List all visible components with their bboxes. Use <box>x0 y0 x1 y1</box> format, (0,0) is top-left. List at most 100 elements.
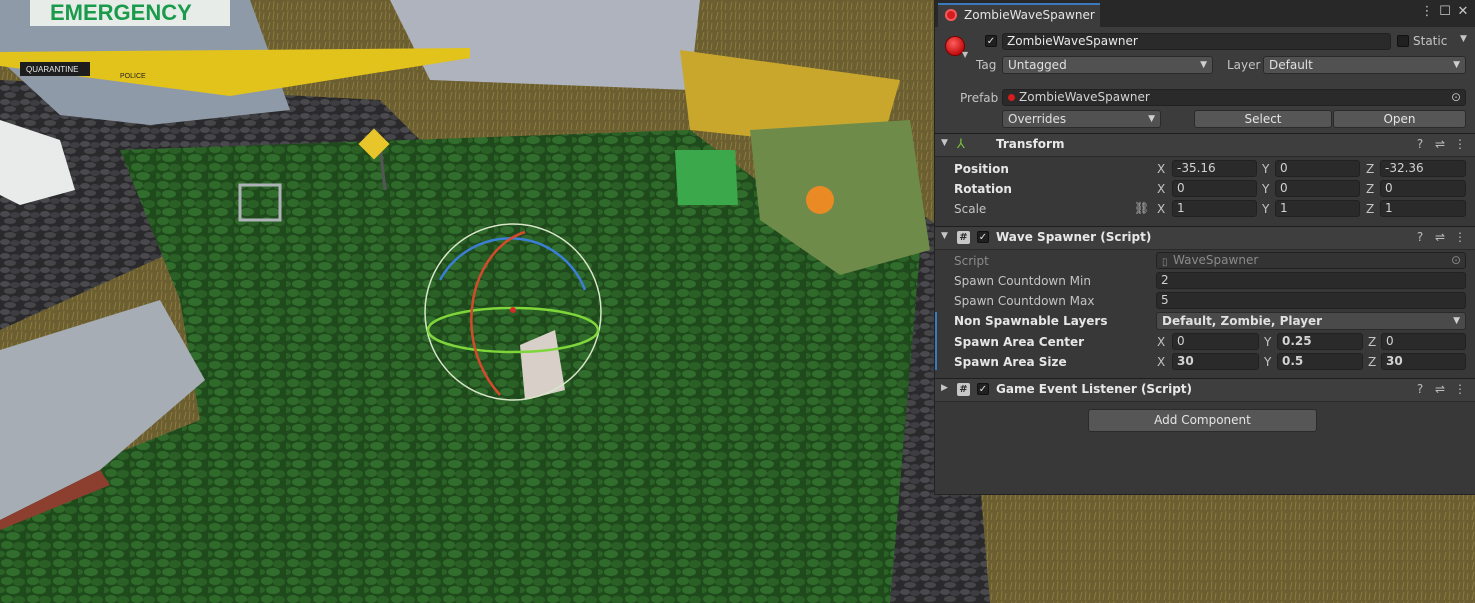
game-event-listener-title: Game Event Listener (Script) <box>996 382 1193 396</box>
tab-zombiewavespawner[interactable]: ZombieWaveSpawner <box>938 3 1100 27</box>
position-y-field[interactable]: 0 <box>1275 160 1360 177</box>
preset-icon[interactable]: ⇌ <box>1430 230 1450 244</box>
tag-value: Untagged <box>1008 58 1067 72</box>
open-button[interactable]: Open <box>1333 110 1466 128</box>
area-size-z-field[interactable]: 30 <box>1381 353 1466 370</box>
transform-header[interactable]: ▼ ⅄ Transform ? ⇌ ⋮ <box>935 133 1475 157</box>
rotation-z-field[interactable]: 0 <box>1380 180 1466 197</box>
axis-x-label[interactable]: X <box>1157 162 1165 176</box>
axis-z-label[interactable]: Z <box>1366 182 1374 196</box>
tag-dropdown[interactable]: Untagged ▼ <box>1002 56 1213 74</box>
maximize-icon[interactable]: ☐ <box>1437 4 1453 19</box>
rotation-y-field[interactable]: 0 <box>1275 180 1360 197</box>
green-dumpster <box>675 150 738 205</box>
chevron-down-icon: ▼ <box>1200 60 1207 70</box>
inspector-panel: ZombieWaveSpawner ⋮ ☐ ✕ ▼ ✓ ZombieWaveSp… <box>934 0 1475 495</box>
area-size-x-field[interactable]: 30 <box>1172 353 1259 370</box>
object-picker-icon[interactable]: ⊙ <box>1451 90 1461 105</box>
fire-effect <box>806 186 834 214</box>
foldout-arrow-icon[interactable]: ▼ <box>941 138 948 148</box>
help-icon[interactable]: ? <box>1410 137 1430 151</box>
axis-z-label[interactable]: Z <box>1368 335 1376 349</box>
area-center-label: Spawn Area Center <box>954 335 1085 349</box>
axis-z-label[interactable]: Z <box>1368 355 1376 369</box>
script-icon: # <box>957 231 970 244</box>
script-icon: # <box>957 383 970 396</box>
countdown-min-label: Spawn Countdown Min <box>954 274 1091 288</box>
scale-label: Scale <box>954 202 987 216</box>
transform-title: Transform <box>996 137 1065 151</box>
tag-label: Tag <box>976 58 997 72</box>
area-center-z-field[interactable]: 0 <box>1381 333 1466 350</box>
prefab-small-icon <box>1008 94 1015 101</box>
axis-x-label[interactable]: X <box>1157 202 1165 216</box>
object-picker-icon[interactable]: ⊙ <box>1451 253 1461 268</box>
scale-z-field[interactable]: 1 <box>1380 200 1466 217</box>
scale-x-field[interactable]: 1 <box>1172 200 1257 217</box>
foldout-arrow-icon[interactable]: ▼ <box>941 231 948 241</box>
static-label: Static <box>1413 34 1448 48</box>
axis-y-label[interactable]: Y <box>1262 162 1269 176</box>
game-event-listener-header[interactable]: ▶ # ✓ Game Event Listener (Script) ? ⇌ ⋮ <box>935 378 1475 402</box>
icon-dropdown-icon[interactable]: ▼ <box>962 50 968 59</box>
overrides-dropdown[interactable]: Overrides ▼ <box>1002 110 1161 128</box>
component-menu-icon[interactable]: ⋮ <box>1450 230 1470 244</box>
area-center-y-field[interactable]: 0.25 <box>1277 333 1363 350</box>
axis-x-label[interactable]: X <box>1157 355 1165 369</box>
position-z-field[interactable]: -32.36 <box>1380 160 1466 177</box>
help-icon[interactable]: ? <box>1410 230 1430 244</box>
add-component-button[interactable]: Add Component <box>1088 409 1317 432</box>
countdown-max-field[interactable]: 5 <box>1156 292 1466 309</box>
active-checkbox[interactable]: ✓ <box>985 35 997 47</box>
layer-dropdown[interactable]: Default ▼ <box>1263 56 1466 74</box>
countdown-min-field[interactable]: 2 <box>1156 272 1466 289</box>
object-name-field[interactable]: ZombieWaveSpawner <box>1002 33 1391 50</box>
area-center-x-field[interactable]: 0 <box>1172 333 1259 350</box>
prefab-value: ZombieWaveSpawner <box>1019 90 1150 104</box>
tab-title: ZombieWaveSpawner <box>964 8 1095 22</box>
cs-script-icon: ▯ <box>1162 257 1168 268</box>
scale-y-field[interactable]: 1 <box>1275 200 1360 217</box>
wave-spawner-enabled-checkbox[interactable]: ✓ <box>977 231 989 243</box>
position-x-field[interactable]: -35.16 <box>1172 160 1257 177</box>
preset-icon[interactable]: ⇌ <box>1430 137 1450 151</box>
axis-y-label[interactable]: Y <box>1264 355 1271 369</box>
non-spawnable-dropdown[interactable]: Default, Zombie, Player ▼ <box>1156 312 1466 330</box>
axis-x-label[interactable]: X <box>1157 182 1165 196</box>
axis-y-label[interactable]: Y <box>1264 335 1271 349</box>
static-checkbox[interactable] <box>1397 35 1409 47</box>
gameobject-header: ▼ ✓ ZombieWaveSpawner Static ▼ Tag Untag… <box>935 27 1475 134</box>
wave-spawner-title: Wave Spawner (Script) <box>996 230 1152 244</box>
game-event-listener-enabled-checkbox[interactable]: ✓ <box>977 383 989 395</box>
axis-y-label[interactable]: Y <box>1262 202 1269 216</box>
preset-icon[interactable]: ⇌ <box>1430 382 1450 396</box>
countdown-max-label: Spawn Countdown Max <box>954 294 1095 308</box>
axis-y-label[interactable]: Y <box>1262 182 1269 196</box>
chevron-down-icon: ▼ <box>1148 114 1155 124</box>
axis-z-label[interactable]: Z <box>1366 162 1374 176</box>
chevron-down-icon: ▼ <box>1453 316 1460 326</box>
axis-x-label[interactable]: X <box>1157 335 1165 349</box>
help-icon[interactable]: ? <box>1410 382 1430 396</box>
close-icon[interactable]: ✕ <box>1455 4 1471 19</box>
foldout-arrow-icon[interactable]: ▶ <box>941 383 948 393</box>
non-spawnable-label: Non Spawnable Layers <box>954 314 1108 328</box>
axis-z-label[interactable]: Z <box>1366 202 1374 216</box>
emergency-sign: EMERGENCY <box>50 0 192 25</box>
kebab-menu-icon[interactable]: ⋮ <box>1419 4 1435 19</box>
layer-label: Layer <box>1227 58 1261 72</box>
component-menu-icon[interactable]: ⋮ <box>1450 382 1470 396</box>
wave-spawner-header[interactable]: ▼ # ✓ Wave Spawner (Script) ? ⇌ ⋮ <box>935 226 1475 250</box>
static-dropdown-icon[interactable]: ▼ <box>1460 34 1467 44</box>
overrides-label: Overrides <box>1008 112 1067 126</box>
rotation-label: Rotation <box>954 182 1012 196</box>
prefab-field[interactable]: ZombieWaveSpawner ⊙ <box>1002 89 1466 106</box>
select-button[interactable]: Select <box>1194 110 1332 128</box>
component-menu-icon[interactable]: ⋮ <box>1450 137 1470 151</box>
constrain-proportions-icon[interactable]: ⛓ <box>1134 201 1149 215</box>
prefab-label: Prefab <box>960 91 999 105</box>
override-indicator <box>935 312 937 370</box>
rotation-x-field[interactable]: 0 <box>1172 180 1257 197</box>
area-size-y-field[interactable]: 0.5 <box>1277 353 1363 370</box>
script-field[interactable]: ▯ WaveSpawner ⊙ <box>1156 252 1466 269</box>
